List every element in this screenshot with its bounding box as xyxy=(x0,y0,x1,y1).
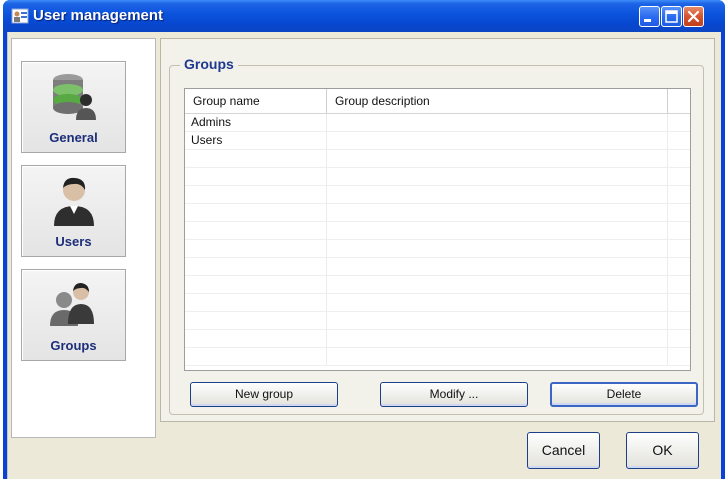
maximize-button[interactable] xyxy=(661,6,682,27)
cell-group-description xyxy=(327,132,668,149)
window-title: User management xyxy=(33,7,164,24)
minimize-button[interactable] xyxy=(639,6,660,27)
delete-group-button[interactable]: Delete xyxy=(550,382,698,407)
nav-item-groups[interactable]: Groups xyxy=(21,269,126,361)
nav-label-users: Users xyxy=(55,234,92,249)
empty-row xyxy=(185,204,690,222)
empty-row xyxy=(185,240,690,258)
nav-label-groups: Groups xyxy=(50,338,97,353)
close-button[interactable] xyxy=(683,6,704,27)
groups-panel: Groups Group name Group description Admi… xyxy=(160,38,715,422)
new-group-button[interactable]: New group xyxy=(190,382,338,407)
database-user-icon xyxy=(53,74,96,120)
table-row[interactable]: Users xyxy=(185,132,690,150)
user-icon xyxy=(54,177,94,226)
empty-row xyxy=(185,348,690,366)
empty-row xyxy=(185,186,690,204)
nav-item-users[interactable]: Users xyxy=(21,165,126,257)
column-header-group-description[interactable]: Group description xyxy=(327,89,668,113)
minimize-icon xyxy=(644,19,651,22)
empty-row xyxy=(185,168,690,186)
nav-item-general[interactable]: General xyxy=(21,61,126,153)
groups-groupbox: Groups Group name Group description Admi… xyxy=(169,56,704,415)
cell-group-description xyxy=(327,114,668,131)
cell-group-name: Admins xyxy=(185,114,327,131)
empty-row xyxy=(185,312,690,330)
category-sidebar: General Users Groups xyxy=(11,38,156,438)
modify-group-button[interactable]: Modify ... xyxy=(380,382,528,407)
maximize-icon xyxy=(665,10,678,23)
user-management-app-icon xyxy=(11,8,29,24)
cancel-button[interactable]: Cancel xyxy=(527,432,600,469)
empty-row xyxy=(185,276,690,294)
ok-button[interactable]: OK xyxy=(626,432,699,469)
empty-row xyxy=(185,150,690,168)
user-management-window: User management General Users Groups Gro… xyxy=(3,0,725,479)
close-icon xyxy=(687,10,700,23)
table-body: Admins Users xyxy=(185,114,690,370)
column-header-group-name[interactable]: Group name xyxy=(185,89,327,113)
group-icon xyxy=(50,283,94,326)
table-header: Group name Group description xyxy=(185,89,690,114)
cell-group-name: Users xyxy=(185,132,327,149)
window-client-area: General Users Groups Groups Group name G… xyxy=(7,32,721,479)
table-row[interactable]: Admins xyxy=(185,114,690,132)
title-bar[interactable]: User management xyxy=(3,0,725,32)
nav-label-general: General xyxy=(49,130,98,145)
groups-title: Groups xyxy=(180,56,238,72)
column-header-filler xyxy=(668,89,690,113)
empty-row xyxy=(185,330,690,348)
groups-table[interactable]: Group name Group description Admins User… xyxy=(184,88,691,371)
empty-row xyxy=(185,222,690,240)
empty-row xyxy=(185,258,690,276)
empty-row xyxy=(185,294,690,312)
